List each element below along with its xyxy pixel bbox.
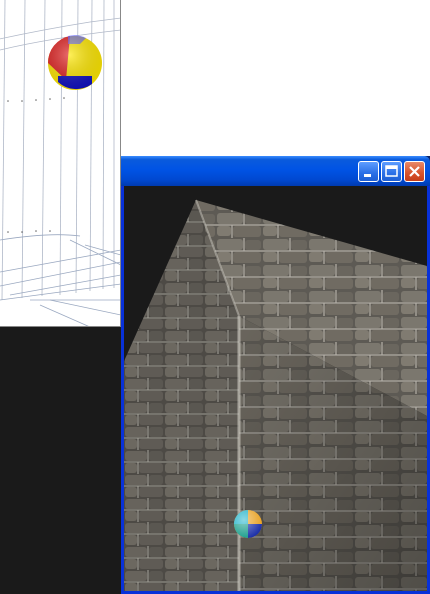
render-window <box>121 156 430 594</box>
stone-cube-render <box>124 199 427 591</box>
minimize-button[interactable] <box>358 161 379 182</box>
sphere-marker[interactable] <box>234 510 262 538</box>
close-icon <box>409 166 420 177</box>
wireframe-viewport[interactable] <box>0 0 121 327</box>
close-button[interactable] <box>404 161 425 182</box>
wireframe-render <box>0 0 121 327</box>
desktop-background <box>121 0 430 156</box>
title-bar[interactable] <box>121 156 430 186</box>
screen <box>0 0 430 594</box>
render-viewport[interactable] <box>124 186 427 591</box>
maximize-icon <box>385 165 398 177</box>
minimize-icon <box>364 174 371 177</box>
maximize-button[interactable] <box>381 161 402 182</box>
